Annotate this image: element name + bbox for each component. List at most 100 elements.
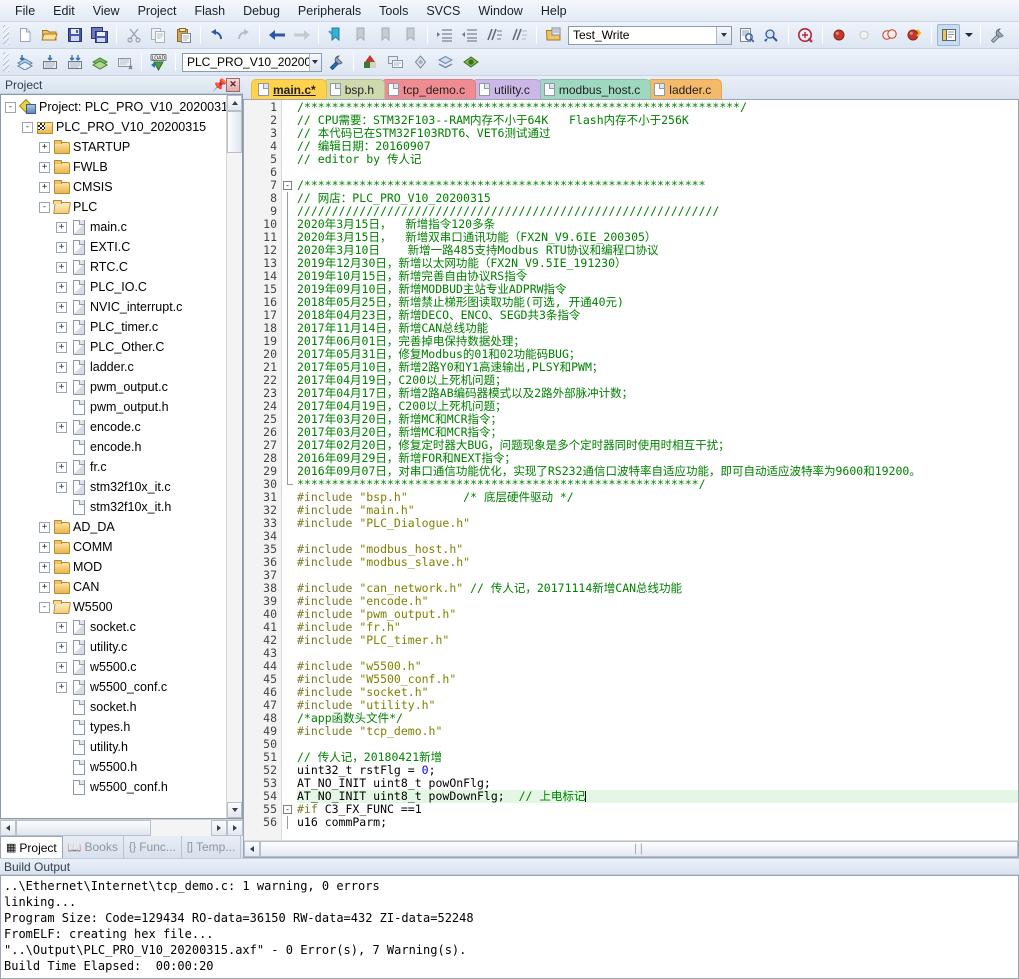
editor-tab-main-c-[interactable]: main.c* xyxy=(251,79,327,99)
tree-expand-toggle[interactable]: + xyxy=(39,581,50,593)
tree-collapse-toggle[interactable]: - xyxy=(22,121,33,133)
target-options-icon[interactable] xyxy=(325,51,348,73)
breakpoint-insert-icon[interactable] xyxy=(828,24,851,46)
menu-item-project[interactable]: Project xyxy=(129,2,186,20)
menu-item-window[interactable]: Window xyxy=(469,2,531,20)
tree-item[interactable]: + RTC.C xyxy=(1,257,226,277)
toolbar-grip[interactable] xyxy=(3,52,9,72)
bookmark-toggle-icon[interactable] xyxy=(324,24,347,46)
tree-expand-toggle[interactable]: + xyxy=(39,141,50,153)
tree-item[interactable]: + fr.c xyxy=(1,457,226,477)
save-all-icon[interactable] xyxy=(88,24,111,46)
editor-tab-ladder-c[interactable]: ladder.c xyxy=(647,79,723,99)
tree-expand-toggle[interactable]: + xyxy=(56,481,67,493)
navigate-back-icon[interactable] xyxy=(265,24,288,46)
tree-expand-toggle[interactable]: + xyxy=(56,301,67,313)
chevron-down-icon[interactable] xyxy=(716,26,731,44)
tree-item[interactable]: + NVIC_interrupt.c xyxy=(1,297,226,317)
tree-item[interactable]: encode.h xyxy=(1,437,226,457)
tree-item[interactable]: + MOD xyxy=(1,557,226,577)
new-file-icon[interactable] xyxy=(13,24,36,46)
find-combo[interactable]: Test_Write xyxy=(568,25,732,45)
fold-cell[interactable]: - xyxy=(282,179,294,192)
manage-project-items-icon[interactable] xyxy=(359,51,382,73)
code-line[interactable]: u16 commParm; xyxy=(297,816,1018,829)
code-line[interactable]: #include "tcp_demo.h" xyxy=(297,725,1018,738)
tree-item[interactable]: + CAN xyxy=(1,577,226,597)
scroll-thumb[interactable] xyxy=(227,111,242,153)
tree-item[interactable]: w5500_conf.h xyxy=(1,777,226,797)
incremental-find-icon[interactable] xyxy=(760,24,783,46)
device-database-icon[interactable] xyxy=(459,51,482,73)
code-line[interactable]: #include "pwm_output.h" xyxy=(297,608,1018,621)
multi-project-icon[interactable] xyxy=(384,51,407,73)
pack-installer-icon[interactable] xyxy=(434,51,457,73)
tree-item[interactable]: + encode.c xyxy=(1,417,226,437)
tree-expand-toggle[interactable]: + xyxy=(56,321,67,333)
copy-icon[interactable] xyxy=(147,24,170,46)
tree-item[interactable]: + ladder.c xyxy=(1,357,226,377)
hscroll-thumb[interactable] xyxy=(16,820,151,836)
menu-item-file[interactable]: File xyxy=(6,2,44,20)
build-icon[interactable] xyxy=(38,51,61,73)
scroll-up-arrow[interactable] xyxy=(227,95,242,111)
navigate-forward-icon[interactable] xyxy=(290,24,313,46)
code-editor[interactable]: 1 2 3 4 5 6 7 8 9 10 11 12 13 14 15 16 17 18 19 20 21 22 23 24 2… xyxy=(243,99,1019,858)
tree-expand-toggle[interactable]: + xyxy=(56,621,67,633)
tree-expand-toggle[interactable]: + xyxy=(56,461,67,473)
code-line[interactable]: // editor by 传人记 xyxy=(297,153,1018,166)
translate-icon[interactable] xyxy=(13,51,36,73)
tree-item[interactable]: - Project: PLC_PRO_V10_20200315 xyxy=(1,97,226,117)
tree-item[interactable]: + FWLB xyxy=(1,157,226,177)
tree-collapse-toggle[interactable]: - xyxy=(39,201,50,213)
manage-windows-icon[interactable] xyxy=(937,24,960,46)
menu-item-tools[interactable]: Tools xyxy=(370,2,417,20)
hscroll-dropdown[interactable] xyxy=(227,820,243,836)
find-combo-icon[interactable] xyxy=(542,24,565,46)
tree-item[interactable]: + AD_DA xyxy=(1,517,226,537)
tree-expand-toggle[interactable]: + xyxy=(39,161,50,173)
scroll-down-arrow[interactable] xyxy=(227,802,242,818)
target-combo[interactable]: PLC_PRO_V10_20200315 xyxy=(182,52,322,72)
project-tree-hscrollbar[interactable] xyxy=(0,819,243,836)
editor-tab-bsp-h[interactable]: bsp.h xyxy=(322,79,386,99)
open-file-icon[interactable] xyxy=(38,24,61,46)
tree-item[interactable]: + main.c xyxy=(1,217,226,237)
batch-build-icon[interactable] xyxy=(88,51,111,73)
breakpoint-kill-all-icon[interactable] xyxy=(903,24,926,46)
save-icon[interactable] xyxy=(63,24,86,46)
rebuild-icon[interactable] xyxy=(63,51,86,73)
fold-collapse-icon[interactable]: - xyxy=(283,805,292,814)
uncomment-icon[interactable] xyxy=(508,24,531,46)
tree-item[interactable]: pwm_output.h xyxy=(1,397,226,417)
stop-build-icon[interactable] xyxy=(113,51,136,73)
menu-item-view[interactable]: View xyxy=(84,2,129,20)
editor-tab-utility-c[interactable]: utility.c xyxy=(472,79,541,99)
tree-collapse-toggle[interactable]: - xyxy=(39,601,50,613)
editor-hscrollbar[interactable]: ⎮⎮ xyxy=(244,840,1018,857)
tab-books[interactable]: 📖 Books xyxy=(63,836,124,858)
tree-item[interactable]: types.h xyxy=(1,717,226,737)
menu-item-help[interactable]: Help xyxy=(532,2,576,20)
code-line[interactable]: #include "PLC_timer.h" xyxy=(297,634,1018,647)
undo-icon[interactable] xyxy=(206,24,229,46)
editor-tab-bar[interactable]: main.c* bsp.h tcp_demo.c utility.c modbus_ho… xyxy=(243,76,1019,99)
breakpoint-disable-icon[interactable] xyxy=(853,24,876,46)
editor-tab-modbus-host-c[interactable]: modbus_host.c xyxy=(536,79,652,99)
menu-item-edit[interactable]: Edit xyxy=(44,2,84,20)
tree-item[interactable]: socket.h xyxy=(1,697,226,717)
bookmark-clear-icon[interactable] xyxy=(399,24,422,46)
tree-expand-toggle[interactable]: + xyxy=(56,641,67,653)
close-icon[interactable]: ✕ xyxy=(226,77,240,92)
tree-item[interactable]: + stm32f10x_it.c xyxy=(1,477,226,497)
hscroll-right-arrow[interactable] xyxy=(211,820,227,836)
chevron-down-icon[interactable] xyxy=(308,53,321,71)
tree-expand-toggle[interactable]: + xyxy=(56,261,67,273)
code-folding-column[interactable]: -- xyxy=(282,100,294,840)
debug-session-icon[interactable] xyxy=(794,24,817,46)
tree-expand-toggle[interactable]: + xyxy=(39,541,50,553)
menu-item-flash[interactable]: Flash xyxy=(185,2,234,20)
hscroll-track[interactable] xyxy=(151,820,211,836)
tree-expand-toggle[interactable]: + xyxy=(56,421,67,433)
code-line[interactable]: #include "PLC_Dialogue.h" xyxy=(297,517,1018,530)
